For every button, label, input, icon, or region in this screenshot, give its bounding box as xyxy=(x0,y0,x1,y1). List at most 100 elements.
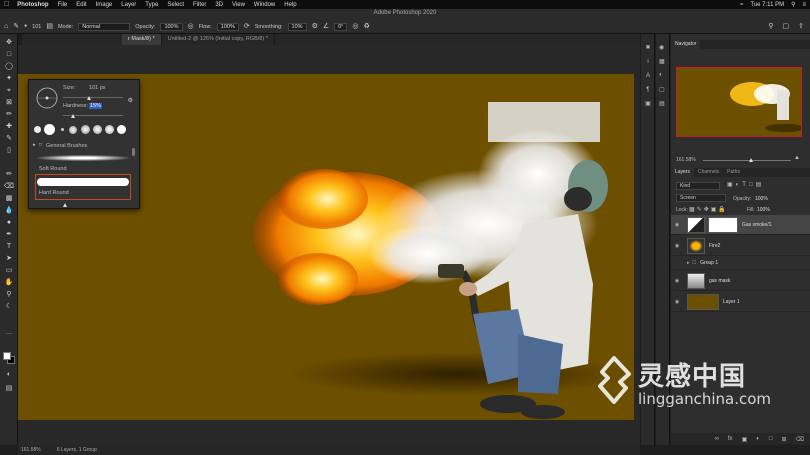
recent-brush-3[interactable] xyxy=(61,128,64,131)
hardness-slider-knob[interactable] xyxy=(71,114,75,118)
adjustment-layer-icon[interactable]: ◐ xyxy=(756,436,760,442)
group-chevron-icon[interactable]: ▸ xyxy=(687,260,690,266)
character-icon[interactable]: A xyxy=(644,72,652,80)
menu-image[interactable]: Image xyxy=(96,2,113,8)
workspace-icon[interactable]: ▢ xyxy=(783,23,790,30)
brush-preset-popup[interactable]: Size: 101 px ⚙ Hardness: 15% ▸ □ General… xyxy=(28,79,140,209)
layer-name[interactable]: Fire2 xyxy=(709,243,720,249)
screen-mode-icon[interactable]: ▤ xyxy=(3,384,15,394)
layer-name[interactable]: gas mask xyxy=(709,278,730,284)
visibility-eye-icon[interactable]: ◉ xyxy=(671,243,683,249)
tool-presets-icon[interactable]: ✖ xyxy=(644,44,652,52)
popup-scrollbar[interactable] xyxy=(132,148,135,156)
color-icon[interactable]: ◉ xyxy=(659,44,664,51)
tab-navigator[interactable]: Navigator xyxy=(671,40,701,49)
layer-filter-select[interactable]: Kind xyxy=(676,182,720,190)
layer-mask-thumbnail[interactable] xyxy=(708,216,738,233)
paragraph-icon[interactable]: ¶ xyxy=(644,86,652,94)
quick-mask-icon[interactable]: ◐ xyxy=(3,370,15,380)
navigator-zoom-slider[interactable] xyxy=(703,160,791,161)
pressure-size-icon[interactable]: ◎ xyxy=(352,23,358,30)
status-zoom[interactable]: 161.58% xyxy=(21,447,41,453)
brush-tool-icon[interactable]: ✎ xyxy=(3,134,15,144)
opacity-field[interactable]: 100% xyxy=(160,22,183,31)
hand-tool-icon[interactable]: ✋ xyxy=(3,278,15,288)
tab-layers[interactable]: Layers xyxy=(671,168,695,177)
preset-soft-round[interactable]: Soft Round xyxy=(39,166,67,172)
zoom-in-icon[interactable]: ▲ xyxy=(794,155,800,161)
visibility-eye-icon[interactable]: ◉ xyxy=(671,299,683,305)
menu-3d[interactable]: 3D xyxy=(215,2,223,8)
menu-layer[interactable]: Layer xyxy=(121,2,136,8)
menu-view[interactable]: View xyxy=(232,2,245,8)
history-brush-icon[interactable]: ✏ xyxy=(3,170,15,180)
menu-filter[interactable]: Filter xyxy=(193,2,206,8)
tab-gas-mask-doc[interactable]: r Mask/8) * xyxy=(122,34,162,45)
fx-icon[interactable]: fx xyxy=(728,436,733,442)
shape-tool-icon[interactable]: ▭ xyxy=(3,266,15,276)
visibility-eye-icon[interactable]: ◉ xyxy=(671,222,683,228)
new-group-icon[interactable]: □ xyxy=(769,436,773,442)
clock[interactable]: Tue 7:11 PM xyxy=(750,2,784,8)
add-mask-icon[interactable]: ▣ xyxy=(742,436,748,443)
crop-tool-icon[interactable]: ⌖ xyxy=(3,86,15,96)
menu-file[interactable]: File xyxy=(58,2,68,8)
size-slider[interactable] xyxy=(63,97,123,98)
status-doc-info[interactable]: 6 Layers, 1 Group xyxy=(57,447,97,453)
lasso-tool-icon[interactable]: ◯ xyxy=(3,62,15,72)
gradient-tool-icon[interactable]: ▩ xyxy=(3,194,15,204)
layer-row-gas-mask[interactable]: ◉ gas mask xyxy=(671,271,810,291)
foreground-color-swatch[interactable] xyxy=(3,352,11,360)
popup-resize-handle[interactable] xyxy=(63,203,67,207)
adjustments-icon[interactable]: ◐ xyxy=(659,72,663,78)
layer-row-group-1[interactable]: ▸ □ Group 1 xyxy=(671,257,810,270)
brush-angle-preview[interactable] xyxy=(35,86,59,110)
layer-name[interactable]: Group 1 xyxy=(700,260,718,266)
eyedropper-icon[interactable]: ✏ xyxy=(3,110,15,120)
navigator-zoom[interactable]: 161.58% xyxy=(676,157,696,163)
menu-edit[interactable]: Edit xyxy=(76,2,86,8)
folder-chevron-icon[interactable]: ▸ xyxy=(33,142,36,149)
flow-field[interactable]: 100% xyxy=(216,22,239,31)
spotlight-icon[interactable]: ⚲ xyxy=(791,1,795,8)
type-tool-icon[interactable]: T xyxy=(3,242,15,252)
gear-icon[interactable]: ⚙ xyxy=(312,23,318,30)
symmetry-icon[interactable]: ♻ xyxy=(364,23,370,30)
navigator-thumbnail[interactable] xyxy=(676,67,802,137)
brush-size-value[interactable]: 101 xyxy=(32,24,41,30)
recent-brush-2[interactable] xyxy=(44,124,55,135)
brush-folder-label[interactable]: General Brushes xyxy=(46,143,87,149)
menu-type[interactable]: Type xyxy=(145,2,158,8)
share-icon[interactable]: ⇧ xyxy=(798,23,804,30)
canvas-area[interactable]: Size: 101 px ⚙ Hardness: 15% ▸ □ General… xyxy=(18,45,640,445)
trash-icon[interactable]: ⌫ xyxy=(796,436,804,443)
tab-paths[interactable]: Paths xyxy=(723,168,744,177)
layer-name[interactable]: Layer 1 xyxy=(723,299,740,305)
info-icon[interactable]: i xyxy=(644,58,652,66)
navigator-zoom-knob[interactable] xyxy=(749,158,753,162)
move-tool-icon[interactable]: ✥ xyxy=(3,38,15,48)
pressure-opacity-icon[interactable]: ◎ xyxy=(188,23,194,30)
brush-settings-icon[interactable]: ▤ xyxy=(46,23,53,30)
layer-opacity-value[interactable]: 100% xyxy=(755,196,768,202)
preset-hard-round[interactable]: Hard Round xyxy=(39,190,69,196)
quick-select-icon[interactable]: ✦ xyxy=(3,74,15,84)
link-layers-icon[interactable]: ∞ xyxy=(715,436,719,442)
menu-photoshop[interactable]: Photoshop xyxy=(17,2,48,8)
brush-tool-icon[interactable]: ✎ xyxy=(13,23,19,30)
tab-untitled-2[interactable]: Untitled-2 @ 126% (Initial copy, RGB/8) … xyxy=(162,34,275,45)
search-icon[interactable]: ⚲ xyxy=(768,23,773,30)
recent-brush-4[interactable] xyxy=(69,126,77,134)
pen-tool-icon[interactable]: ✒ xyxy=(3,230,15,240)
blur-tool-icon[interactable]: 💧 xyxy=(3,206,15,216)
menu-list-icon[interactable]: ≡ xyxy=(802,2,806,8)
new-layer-icon[interactable]: ⊞ xyxy=(781,436,786,443)
smoothing-field[interactable]: 10% xyxy=(287,22,307,31)
more-tools-icon[interactable]: … xyxy=(3,328,15,338)
glyphs-icon[interactable]: ▣ xyxy=(644,100,652,108)
popup-settings-icon[interactable]: ⚙ xyxy=(128,98,133,105)
fill-value[interactable]: 100% xyxy=(757,207,770,213)
tab-channels[interactable]: Channels xyxy=(694,168,723,177)
swatches-icon[interactable]: ▦ xyxy=(659,58,665,65)
libraries-icon[interactable]: ▢ xyxy=(659,86,665,93)
